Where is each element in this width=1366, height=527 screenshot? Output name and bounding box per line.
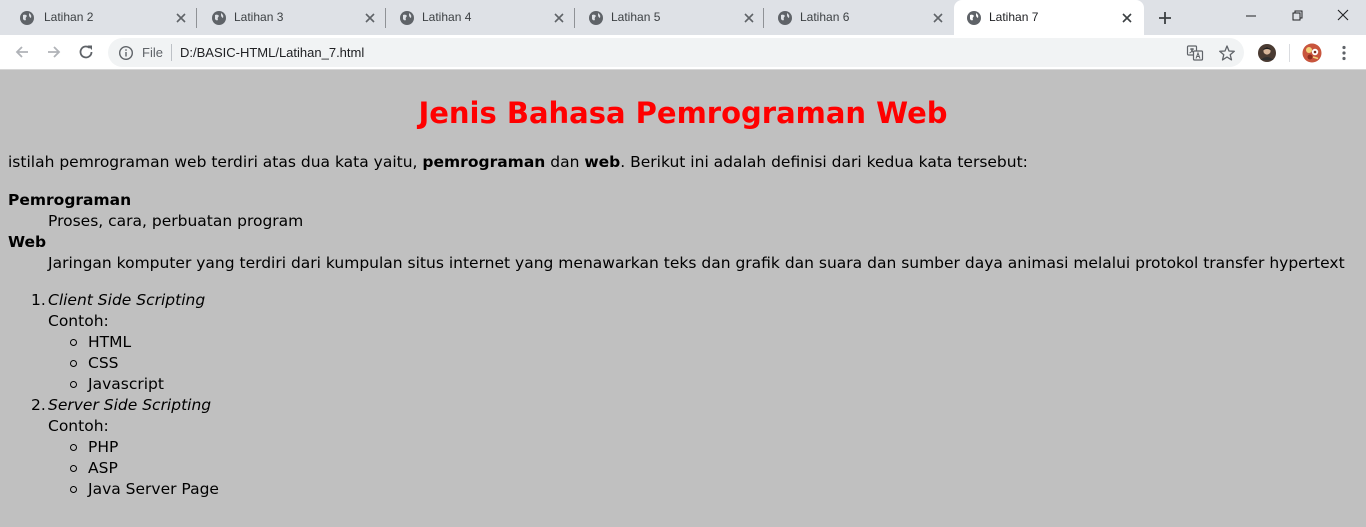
definition-description: Proses, cara, perbuatan program — [48, 212, 304, 230]
intro-bold-web: web — [584, 153, 621, 171]
bullet-marker — [70, 444, 77, 451]
star-icon[interactable] — [1218, 44, 1236, 62]
tab-latihan-3[interactable]: Latihan 3 — [197, 0, 386, 35]
tab-latihan-6[interactable]: Latihan 6 — [764, 0, 954, 35]
definition-term: Web — [8, 233, 47, 251]
definition-term: Pemrograman — [8, 191, 132, 209]
list-item-name: Server Side Scripting — [48, 396, 212, 414]
list-item: HTML — [88, 333, 132, 351]
example-label: Contoh: — [48, 312, 109, 330]
url-text[interactable]: D:/BASIC-HTML/Latihan_7.html — [180, 45, 364, 60]
close-icon[interactable] — [363, 11, 377, 25]
list-item: Javascript — [88, 375, 164, 393]
list-item: ASP — [88, 459, 118, 477]
browser-toolbar: File D:/BASIC-HTML/Latihan_7.html — [0, 35, 1366, 70]
close-icon[interactable] — [742, 11, 756, 25]
globe-icon — [778, 11, 792, 25]
address-bar[interactable]: File D:/BASIC-HTML/Latihan_7.html — [108, 38, 1244, 67]
list-item: PHP — [88, 438, 119, 456]
minimize-icon[interactable] — [1239, 4, 1263, 28]
address-separator — [171, 44, 172, 61]
bullet-marker — [70, 381, 77, 388]
close-icon[interactable] — [174, 11, 188, 25]
list-item: CSS — [88, 354, 119, 372]
list-item-name: Client Side Scripting — [48, 291, 206, 309]
tab-title: Latihan 2 — [44, 10, 94, 24]
translate-icon[interactable] — [1186, 44, 1204, 62]
scheme-label: File — [142, 45, 163, 60]
restore-icon[interactable] — [1285, 4, 1309, 28]
globe-icon — [400, 11, 414, 25]
close-icon[interactable] — [931, 11, 945, 25]
tab-title: Latihan 6 — [800, 10, 850, 24]
tab-latihan-4[interactable]: Latihan 4 — [386, 0, 575, 35]
close-icon[interactable] — [1120, 11, 1134, 25]
intro-prefix: istilah pemrograman web terdiri atas dua… — [8, 153, 423, 171]
tab-title: Latihan 7 — [989, 10, 1039, 24]
tab-title: Latihan 3 — [234, 10, 284, 24]
globe-icon — [967, 11, 981, 25]
definition-description: Jaringan komputer yang terdiri dari kump… — [48, 254, 1345, 272]
toolbar-divider — [1289, 44, 1290, 62]
list-marker: 1. — [31, 291, 46, 309]
bullet-marker — [70, 360, 77, 367]
page-content: Jenis Bahasa Pemrograman Web istilah pem… — [0, 71, 1366, 527]
window-close-icon[interactable] — [1331, 4, 1355, 28]
bullet-marker — [70, 339, 77, 346]
bullet-marker — [70, 486, 77, 493]
list-marker: 2. — [31, 396, 46, 414]
intro-paragraph: istilah pemrograman web terdiri atas dua… — [8, 152, 1028, 173]
tab-title: Latihan 5 — [611, 10, 661, 24]
menu-icon[interactable] — [1334, 43, 1354, 63]
list-item: Java Server Page — [88, 480, 219, 498]
reload-icon[interactable] — [76, 42, 96, 62]
example-label: Contoh: — [48, 417, 109, 435]
new-tab-icon[interactable] — [1155, 8, 1175, 28]
back-icon[interactable] — [12, 42, 32, 62]
globe-icon — [589, 11, 603, 25]
tab-latihan-2[interactable]: Latihan 2 — [0, 0, 197, 35]
tab-latihan-7[interactable]: Latihan 7 — [954, 0, 1144, 35]
page-title: Jenis Bahasa Pemrograman Web — [418, 96, 948, 130]
tab-latihan-5[interactable]: Latihan 5 — [575, 0, 764, 35]
intro-middle: dan — [545, 153, 585, 171]
globe-icon — [212, 11, 226, 25]
extension-avatar[interactable] — [1302, 43, 1322, 63]
intro-suffix: . Berikut ini adalah definisi dari kedua… — [620, 153, 1028, 171]
tab-strip: Latihan 2 Latihan 3 Latihan 4 Latihan 5 … — [0, 0, 1366, 35]
profile-avatar[interactable] — [1257, 43, 1277, 63]
info-icon[interactable] — [118, 45, 134, 61]
globe-icon — [20, 11, 34, 25]
close-icon[interactable] — [552, 11, 566, 25]
intro-bold-pemrograman: pemrograman — [422, 153, 546, 171]
bullet-marker — [70, 465, 77, 472]
forward-icon[interactable] — [44, 42, 64, 62]
tab-title: Latihan 4 — [422, 10, 472, 24]
